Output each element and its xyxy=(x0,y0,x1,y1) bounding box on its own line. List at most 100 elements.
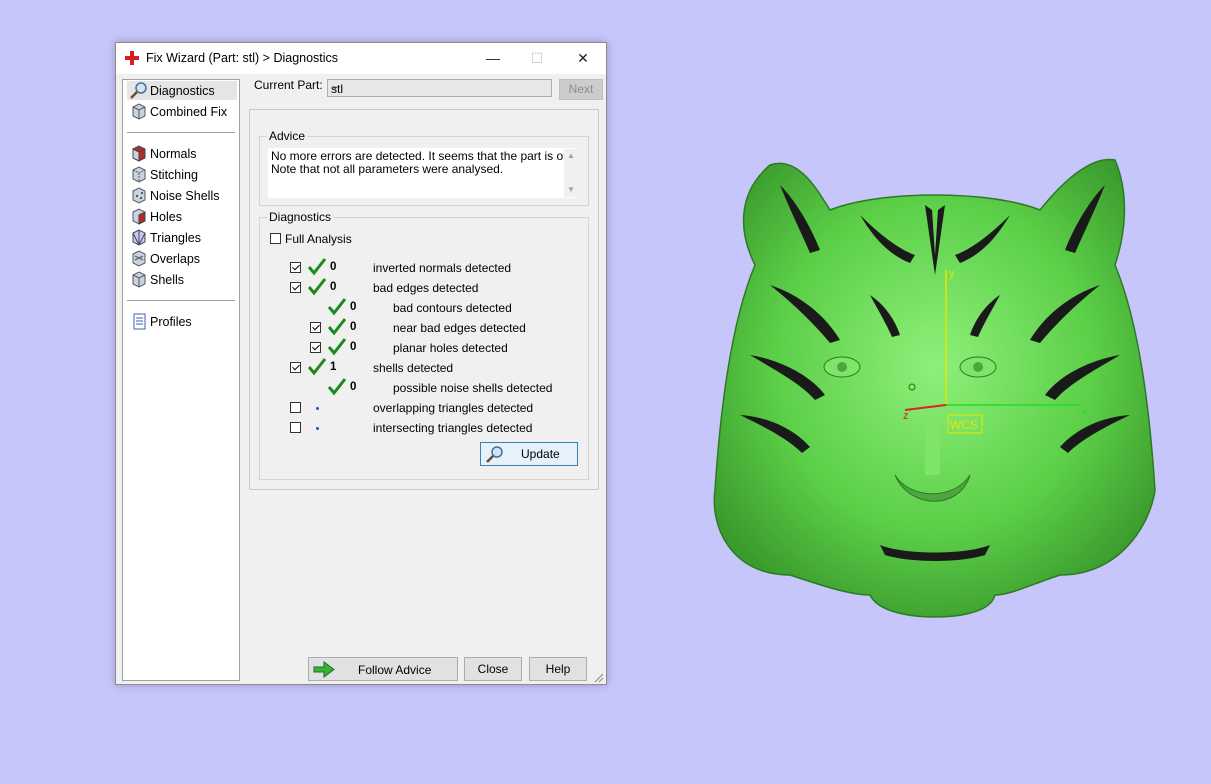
sidebar-item-normals[interactable]: Normals xyxy=(127,144,237,163)
green-check-icon xyxy=(328,318,346,336)
chevron-down-icon: ⌄ xyxy=(331,81,340,92)
arrow-right-icon xyxy=(313,661,335,678)
overlapping-triangles-label: overlapping triangles detected xyxy=(373,401,534,415)
advice-group: Advice No more errors are detected. It s… xyxy=(259,129,589,206)
planar-holes-checkbox[interactable] xyxy=(310,342,321,353)
overlaps-cube-icon xyxy=(132,250,146,267)
bad-edges-checkbox[interactable] xyxy=(290,282,301,293)
bad-contours-label: bad contours detected xyxy=(393,301,512,315)
inverted-normals-count: 0 xyxy=(330,261,337,273)
fix-wizard-dialog: Fix Wizard (Part: stl) > Diagnostics — ☐… xyxy=(115,42,607,685)
sidebar-divider xyxy=(127,300,235,301)
green-check-icon xyxy=(308,278,326,296)
sidebar-item-profiles[interactable]: Profiles xyxy=(127,312,237,331)
stitching-cube-icon xyxy=(132,166,146,183)
sidebar-item-triangles[interactable]: Triangles xyxy=(127,228,237,247)
close-window-button[interactable]: ✕ xyxy=(560,43,606,74)
sidebar-item-label: Shells xyxy=(150,273,185,287)
diagnostics-panel: Advice No more errors are detected. It s… xyxy=(249,109,599,490)
intersecting-triangles-label: intersecting triangles detected xyxy=(373,421,533,435)
sidebar-item-stitching[interactable]: Stitching xyxy=(127,165,237,184)
planar-holes-label: planar holes detected xyxy=(393,341,508,355)
bad-edges-label: bad edges detected xyxy=(373,281,479,295)
follow-advice-label: Follow Advice xyxy=(358,663,432,677)
combined-fix-cube-icon xyxy=(132,103,146,120)
shells-cube-icon xyxy=(132,271,146,288)
near-bad-edges-label: near bad edges detected xyxy=(393,321,526,335)
sidebar-item-overlaps[interactable]: Overlaps xyxy=(127,249,237,268)
sidebar-item-label: Noise Shells xyxy=(150,189,220,203)
triangles-cube-icon xyxy=(132,229,146,246)
full-analysis-label: Full Analysis xyxy=(285,232,352,246)
scroll-up-icon[interactable]: ▲ xyxy=(567,151,575,160)
normals-cube-icon xyxy=(132,145,146,162)
resize-grip-icon[interactable] xyxy=(594,673,604,683)
follow-advice-button[interactable]: Follow Advice xyxy=(308,657,458,681)
red-cross-icon xyxy=(125,51,139,65)
sidebar-item-diagnostics[interactable]: Diagnostics xyxy=(127,81,237,100)
near-bad-edges-checkbox[interactable] xyxy=(310,322,321,333)
update-button[interactable]: Update xyxy=(480,442,578,466)
near-bad-edges-count: 0 xyxy=(350,321,357,333)
inverted-normals-label: inverted normals detected xyxy=(373,261,512,275)
title-bar[interactable]: Fix Wizard (Part: stl) > Diagnostics — ☐… xyxy=(116,43,606,74)
full-analysis-checkbox[interactable] xyxy=(270,233,281,244)
magnifier-icon xyxy=(130,82,147,99)
axis-y-label: y xyxy=(949,268,955,280)
minimize-button[interactable]: — xyxy=(470,43,516,74)
tiger-head-model[interactable]: y x z WCS xyxy=(710,155,1160,620)
sidebar-item-combined-fix[interactable]: Combined Fix xyxy=(127,102,237,121)
axis-x-label: x xyxy=(1082,406,1088,418)
sidebar-item-label: Profiles xyxy=(150,315,192,329)
axis-z-label: z xyxy=(903,410,909,422)
advice-title: Advice xyxy=(267,129,308,143)
advice-line: Note that not all parameters were analys… xyxy=(271,162,504,176)
sidebar-divider xyxy=(127,132,235,133)
noise-shells-count: 0 xyxy=(350,381,357,393)
wcs-label: WCS xyxy=(950,418,978,432)
next-button[interactable]: Next xyxy=(559,79,603,100)
sidebar-item-label: Stitching xyxy=(150,168,198,182)
sidebar-item-label: Diagnostics xyxy=(150,84,215,98)
sidebar-item-label: Normals xyxy=(150,147,197,161)
advice-text: No more errors are detected. It seems th… xyxy=(268,148,577,198)
overlapping-triangles-checkbox[interactable] xyxy=(290,402,301,413)
planar-holes-count: 0 xyxy=(350,341,357,353)
shells-label: shells detected xyxy=(373,361,454,375)
sidebar-item-label: Combined Fix xyxy=(150,105,228,119)
noise-shells-label: possible noise shells detected xyxy=(393,381,553,395)
current-part-select[interactable]: stl ⌄ xyxy=(327,79,552,97)
inverted-normals-checkbox[interactable] xyxy=(290,262,301,273)
sidebar-item-noise-shells[interactable]: Noise Shells xyxy=(127,186,237,205)
green-check-icon xyxy=(328,378,346,396)
green-check-icon xyxy=(308,258,326,276)
sidebar-item-holes[interactable]: Holes xyxy=(127,207,237,226)
close-button[interactable]: Close xyxy=(464,657,522,681)
noise-shells-cube-icon xyxy=(132,187,146,204)
pending-dot-icon xyxy=(316,407,319,410)
diagnostics-title: Diagnostics xyxy=(267,210,334,224)
green-check-icon xyxy=(308,358,326,376)
window-title: Fix Wizard (Part: stl) > Diagnostics xyxy=(146,51,339,65)
help-button[interactable]: Help xyxy=(529,657,587,681)
bad-edges-count: 0 xyxy=(330,281,337,293)
bad-contours-count: 0 xyxy=(350,301,357,313)
pending-dot-icon xyxy=(316,427,319,430)
holes-cube-icon xyxy=(132,208,146,225)
sidebar-item-label: Triangles xyxy=(150,231,201,245)
profiles-document-icon xyxy=(133,313,146,330)
green-check-icon xyxy=(328,338,346,356)
shells-count: 1 xyxy=(330,361,337,373)
sidebar-nav: Diagnostics Combined Fix Normals Stitchi… xyxy=(122,79,240,681)
shells-checkbox[interactable] xyxy=(290,362,301,373)
sidebar-item-label: Overlaps xyxy=(150,252,201,266)
diagnostics-group: Diagnostics Full Analysis 0 inverted nor… xyxy=(259,210,589,480)
green-check-icon xyxy=(328,298,346,316)
scroll-down-icon[interactable]: ▼ xyxy=(567,185,575,194)
advice-scrollbar[interactable]: ▲ ▼ xyxy=(564,149,578,197)
update-label: Update xyxy=(521,447,560,461)
sidebar-item-shells[interactable]: Shells xyxy=(127,270,237,289)
intersecting-triangles-checkbox[interactable] xyxy=(290,422,301,433)
maximize-button[interactable]: ☐ xyxy=(514,43,560,74)
magnifier-icon xyxy=(486,446,503,463)
